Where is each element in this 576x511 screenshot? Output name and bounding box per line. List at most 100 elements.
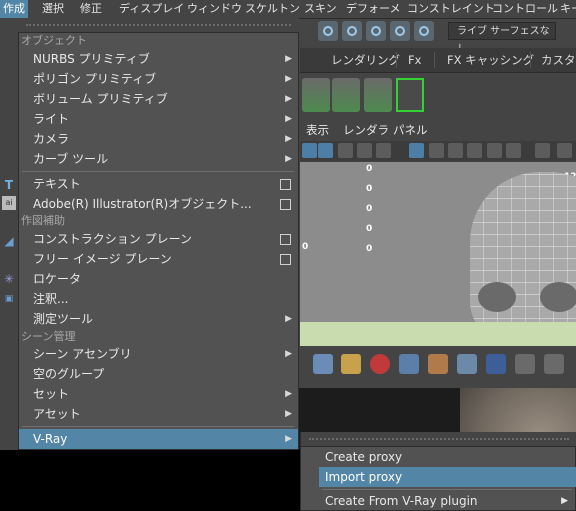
grass-icon[interactable] — [332, 78, 360, 112]
region-render-icon[interactable] — [399, 354, 419, 374]
eye-socket — [478, 282, 516, 312]
menu-item-assets[interactable]: アセット ▶ — [19, 404, 298, 424]
grid-icon[interactable] — [338, 143, 353, 158]
teapot-icon[interactable] — [457, 354, 477, 374]
tab-fx-caching[interactable]: FX キャッシング — [447, 48, 534, 72]
menu-item-import-proxy[interactable]: Import proxy — [319, 467, 576, 487]
submenu-arrow-icon: ▶ — [285, 389, 292, 399]
menu-window[interactable]: ウィンドウ — [187, 0, 242, 18]
panel-menu-panels[interactable]: パネル — [393, 122, 428, 138]
panel-menu-renderer[interactable]: レンダラ — [343, 122, 389, 138]
menu-item-adobe-illustrator[interactable]: Adobe(R) Illustrator(R)オブジェクト... — [19, 194, 298, 214]
menu-item-polygon-primitives[interactable]: ポリゴン プリミティブ ▶ — [19, 69, 298, 89]
option-box-icon[interactable] — [280, 199, 291, 210]
snap-view-icon[interactable] — [390, 21, 410, 41]
submenu-arrow-icon: ▶ — [285, 54, 292, 64]
menu-item-vray[interactable]: V-Ray ▶ — [19, 429, 298, 449]
hud-icon[interactable] — [376, 143, 391, 158]
menu-deform[interactable]: デフォーメ — [346, 0, 401, 18]
menu-item-measure-tools[interactable]: 測定ツール ▶ — [19, 309, 298, 329]
menu-display[interactable]: ディスプレイ — [119, 0, 184, 18]
ab-compare-icon[interactable] — [515, 354, 535, 374]
left-tool-strip: T ai ◢ ✳ ▣ — [0, 18, 18, 450]
snap-point-icon[interactable] — [366, 21, 386, 41]
menu-item-create-from-vray-plugin[interactable]: Create From V-Ray plugin ▶ — [319, 491, 576, 511]
xray-icon[interactable] — [409, 143, 424, 158]
menu-item-free-image-plane[interactable]: フリー イメージ プレーン — [19, 249, 298, 269]
command-line-area — [0, 449, 300, 511]
panel-menu-show[interactable]: 表示 — [306, 122, 329, 138]
text-tool-icon[interactable]: T — [2, 178, 16, 192]
tab-separator — [530, 52, 531, 68]
menu-control[interactable]: コントロール — [492, 0, 558, 18]
ab-switch-icon[interactable] — [544, 354, 564, 374]
menu-item-text[interactable]: テキスト — [19, 174, 298, 194]
deformer-icon[interactable] — [302, 78, 330, 112]
time-slider-range[interactable] — [300, 322, 576, 346]
snap-surface-icon[interactable] — [414, 21, 434, 41]
menu-item-empty-group[interactable]: 空のグループ — [19, 364, 298, 384]
option-box-icon[interactable] — [280, 254, 291, 265]
annotation-icon[interactable]: ▣ — [2, 292, 16, 306]
dot-icon[interactable] — [535, 143, 550, 158]
panel-menubar — [300, 120, 576, 140]
menu-skeleton[interactable]: スケルトン — [245, 0, 300, 18]
tab-rendering[interactable]: レンダリング — [331, 48, 400, 72]
menu-create[interactable]: 作成 — [0, 0, 28, 18]
hud-value: 0 — [366, 184, 373, 194]
open-folder-icon[interactable] — [341, 354, 361, 374]
menu-item-lights[interactable]: ライト ▶ — [19, 109, 298, 129]
selected-shelf-tool-icon[interactable] — [396, 78, 424, 112]
menu-item-curve-tools[interactable]: カーブ ツール ▶ — [19, 149, 298, 169]
option-box-icon[interactable] — [280, 179, 291, 190]
menu-item-nurbs-primitives[interactable]: NURBS プリミティブ ▶ — [19, 49, 298, 69]
live-surface-dropdown[interactable]: ライブ サーフェスなし — [448, 22, 556, 55]
illustrator-icon[interactable]: ai — [2, 196, 16, 210]
menu-key[interactable]: キー — [560, 0, 576, 18]
texture-icon[interactable] — [487, 143, 502, 158]
plane-tool-icon[interactable]: ◢ — [2, 234, 16, 248]
submenu-arrow-icon: ▶ — [285, 74, 292, 84]
submenu-arrow-icon: ▶ — [561, 496, 568, 506]
snap-icon[interactable] — [318, 21, 338, 41]
submenu-arrow-icon: ▶ — [285, 434, 292, 444]
snap-curve-icon[interactable] — [342, 21, 362, 41]
submenu-arrow-icon: ▶ — [285, 349, 292, 359]
menu-item-locator[interactable]: ロケータ — [19, 269, 298, 289]
menu-item-construction-plane[interactable]: コンストラクション プレーン — [19, 229, 298, 249]
locator-icon[interactable]: ✳ — [2, 272, 16, 286]
menu-item-create-proxy[interactable]: Create proxy — [319, 447, 576, 467]
eye-socket — [540, 282, 576, 312]
resolution-gate-icon[interactable] — [357, 143, 372, 158]
menu-item-sets[interactable]: セット ▶ — [19, 384, 298, 404]
menu-tear-off[interactable] — [18, 18, 299, 32]
main-menubar: 作成 選択 修正 ディスプレイ ウィンドウ スケルトン スキン デフォーメ コン… — [0, 0, 576, 19]
stop-icon[interactable] — [370, 354, 390, 374]
wave-deformer-icon[interactable] — [364, 78, 392, 112]
tab-fx[interactable]: Fx — [408, 48, 421, 72]
menu-skin[interactable]: スキン — [304, 0, 337, 18]
sphere-icon[interactable] — [557, 143, 572, 158]
menu-item-volume-primitives[interactable]: ボリューム プリミティブ ▶ — [19, 89, 298, 109]
menu-modify[interactable]: 修正 — [80, 0, 102, 18]
wireframe-icon[interactable] — [302, 143, 317, 158]
compare-icon[interactable] — [486, 354, 506, 374]
menu-constraint[interactable]: コンストレイント — [407, 0, 495, 18]
wireframe-head-model — [470, 172, 576, 322]
menu-item-scene-assembly[interactable]: シーン アセンブリ ▶ — [19, 344, 298, 364]
submenu-arrow-icon: ▶ — [285, 94, 292, 104]
option-box-icon[interactable] — [280, 234, 291, 245]
ambient-occlusion-icon[interactable] — [467, 143, 482, 158]
light-icon[interactable] — [429, 143, 444, 158]
tab-custom[interactable]: カスタム — [541, 48, 576, 72]
menu-select[interactable]: 選択 — [42, 0, 64, 18]
menu-item-annotation[interactable]: 注釈... — [19, 289, 298, 309]
menu-item-cameras[interactable]: カメラ ▶ — [19, 129, 298, 149]
save-icon[interactable] — [313, 354, 333, 374]
submenu-tear-off[interactable] — [300, 432, 576, 446]
sun-icon[interactable] — [506, 143, 521, 158]
smooth-shade-icon[interactable] — [318, 143, 333, 158]
shadow-icon[interactable] — [448, 143, 463, 158]
viewport[interactable]: 0 0 0 0 0 0 12 — [300, 162, 576, 322]
tracker-icon[interactable] — [428, 354, 448, 374]
